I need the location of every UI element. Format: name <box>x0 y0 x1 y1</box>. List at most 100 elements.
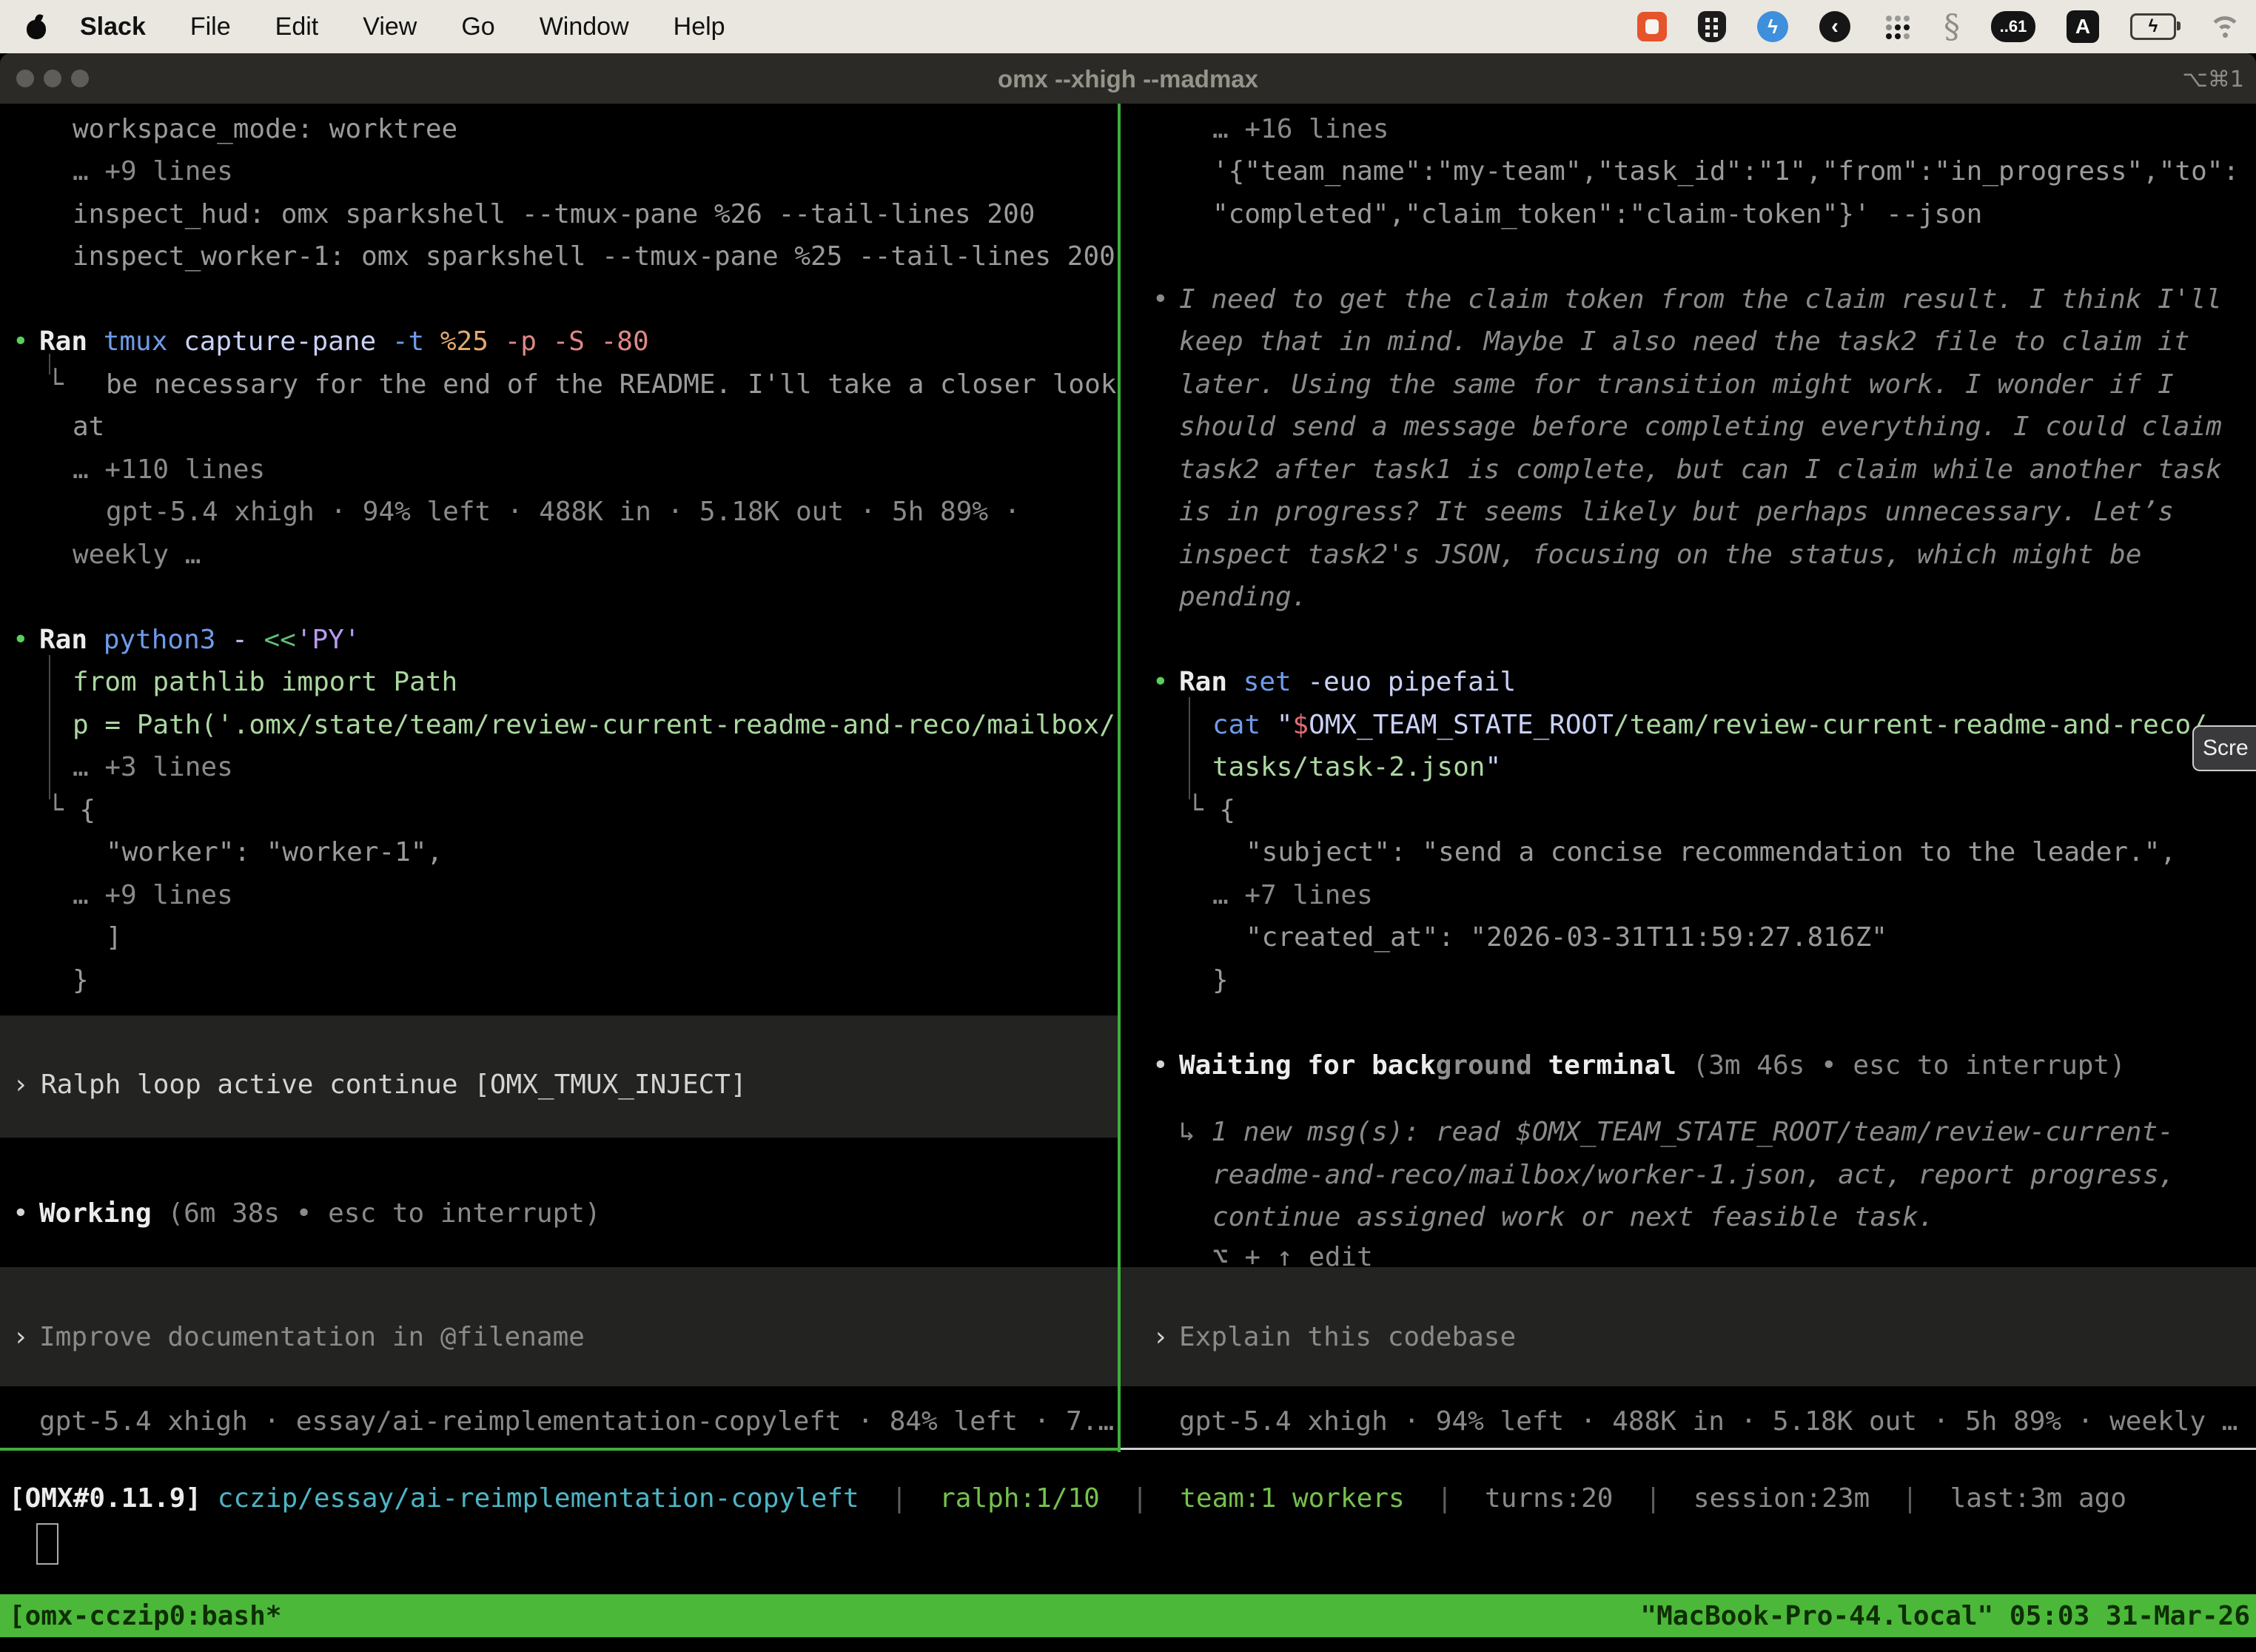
terminal-text: • <box>13 326 29 357</box>
terminal-line: inspect_worker-1: omx sparkshell --tmux-… <box>73 240 1115 273</box>
terminal-text: ] <box>106 922 122 953</box>
menu-item-go[interactable]: Go <box>439 13 517 41</box>
terminal-line: } <box>73 964 89 997</box>
terminal-text: be necessary for the end of the README. … <box>106 369 1116 400</box>
terminal-line: … +16 lines <box>1212 113 1389 146</box>
terminal-text: turns:20 <box>1485 1483 1613 1514</box>
apple-menu-icon[interactable] <box>25 14 47 39</box>
battery-icon[interactable]: ϟ <box>2130 13 2176 40</box>
prompt-chevron: › <box>1152 1320 1169 1354</box>
terminal-text: capture-pane <box>167 326 376 357</box>
menu-item-window[interactable]: Window <box>517 13 651 41</box>
terminal-text: | <box>859 1483 939 1514</box>
pane-divider[interactable] <box>1118 104 1121 1452</box>
terminal-text: (3m 46s • esc to interrupt) <box>1676 1050 2126 1081</box>
privacy-shield-icon[interactable] <box>1698 11 1726 42</box>
wifi-icon[interactable] <box>2207 13 2243 40</box>
terminal-text: • <box>1152 1050 1169 1081</box>
terminal-text: | <box>1613 1483 1693 1514</box>
terminal-text: tmux <box>104 326 168 357</box>
terminal-line: ] <box>106 921 122 954</box>
usage-badge-icon[interactable]: ..61 <box>1991 11 2035 42</box>
terminal-text: workspace_mode: worktree <box>73 114 457 144</box>
terminal-line: workspace_mode: worktree <box>73 113 457 146</box>
terminal-text: ground <box>1436 1050 1532 1081</box>
mailbox-message: continue assigned work or next feasible … <box>1212 1201 1934 1234</box>
terminal-text: "created_at": "2026-03-31T11:59:27.816Z" <box>1246 922 1887 953</box>
waiting-status: Waiting for background terminal (3m 46s … <box>1179 1049 2126 1082</box>
stats-badge-icon[interactable]: ϟ <box>1757 11 1788 42</box>
window-title-bar: omx --xhigh --madmax ⌥⌘1 <box>0 53 2256 104</box>
terminal-line: … +9 lines <box>73 155 233 188</box>
terminal-text: is in progress? It seems likely but perh… <box>1179 497 2174 527</box>
ran-command-tmux: Ran tmux capture-pane -t %25 -p -S -80 <box>39 325 649 358</box>
terminal-text: Working <box>39 1198 152 1229</box>
terminal-text: cat <box>1212 710 1260 740</box>
squiggle-icon[interactable]: § <box>1944 8 1960 46</box>
mailbox-message: ↳ 1 new msg(s): read $OMX_TEAM_STATE_ROO… <box>1179 1115 2174 1149</box>
terminal-text: << <box>263 625 295 655</box>
tmux-host-clock: "MacBook-Pro-44.local" 05:03 31-Mar-26 <box>1640 1601 2250 1631</box>
terminal-text: %25 <box>424 326 489 357</box>
connector-line <box>1189 697 1190 799</box>
terminal-line: } <box>1212 964 1229 997</box>
terminal-line: "created_at": "2026-03-31T11:59:27.816Z" <box>1246 921 1887 954</box>
terminal-text: • <box>1152 284 1169 315</box>
terminal-text: › <box>13 1322 29 1352</box>
terminal-text: task2 after task1 is complete, but can I… <box>1179 454 2222 485</box>
elbow: └ { <box>47 793 95 827</box>
terminal-line: "completed","claim_token":"claim-token"}… <box>1212 198 1982 231</box>
terminal-text: p = Path('.omx/state/team/review-current… <box>73 710 1115 740</box>
bullet: • <box>1152 1049 1169 1082</box>
terminal-text: I need to get the claim token from the c… <box>1179 284 2222 315</box>
menu-items-container: FileEditViewGoWindowHelp <box>168 13 748 41</box>
terminal-line: "subject": "send a concise recommendatio… <box>1246 836 2176 869</box>
menu-app-name[interactable]: Slack <box>58 13 168 41</box>
terminal-line: '{"team_name":"my-team","task_id":"1","f… <box>1212 155 2239 188</box>
terminal-text: inspect task2's JSON, focusing on the st… <box>1179 540 2141 570</box>
menu-item-help[interactable]: Help <box>651 13 748 41</box>
thinking-text: later. Using the same for transition mig… <box>1179 368 2174 401</box>
bullet: • <box>1152 283 1169 316</box>
terminal-text: Waiting for back <box>1179 1050 1436 1081</box>
status-icons-container: ϟ ‹ § ..61 Aϟ <box>1637 0 2249 53</box>
slack-notification-icon[interactable] <box>1637 12 1667 41</box>
terminal-line: tasks/task-2.json" <box>1212 751 1501 784</box>
browser-icon[interactable]: ‹ <box>1819 11 1850 42</box>
terminal-line: gpt-5.4 xhigh · 94% left · 488K in · 5.1… <box>106 495 1020 528</box>
terminal-text: (6m 38s • esc to interrupt) <box>152 1198 601 1229</box>
terminal-text: later. Using the same for transition mig… <box>1179 369 2174 400</box>
terminal-text: › <box>1152 1322 1169 1352</box>
a-app-icon[interactable]: A <box>2067 10 2099 43</box>
terminal-content: workspace_mode: worktree … +9 lines inspec… <box>0 104 2256 1652</box>
elbow: └ { <box>1187 793 1235 827</box>
terminal-text: pending. <box>1179 582 1307 612</box>
terminal-text: … +16 lines <box>1212 114 1389 144</box>
terminal-text: from pathlib import Path <box>73 667 457 697</box>
ralph-status-line: Ralph loop active continue [OMX_TMUX_INJ… <box>41 1068 747 1101</box>
menu-bar: Slack FileEditViewGoWindowHelp ϟ ‹ § ..61 Aϟ <box>0 0 2256 53</box>
terminal-text: " <box>1485 752 1501 782</box>
app-grid-icon[interactable] <box>1881 11 1913 42</box>
terminal-text: set <box>1243 667 1292 697</box>
terminal-text: keep that in mind. Maybe I also need the… <box>1179 326 2189 357</box>
terminal-line: … +3 lines <box>73 751 233 784</box>
terminal-text: | <box>1405 1483 1485 1514</box>
bullet: • <box>13 325 29 358</box>
terminal-text: last:3m ago <box>1950 1483 2126 1514</box>
terminal-text: | <box>1870 1483 1950 1514</box>
terminal-line: at <box>73 410 104 443</box>
wifi-dot <box>2223 33 2228 38</box>
terminal-text: Ran <box>1179 667 1243 697</box>
screenshot-tooltip: Scre <box>2192 725 2256 771</box>
ran-command-python: Ran python3 - <<'PY' <box>39 623 360 657</box>
terminal-line: "worker": "worker-1", <box>106 836 443 869</box>
menu-item-file[interactable]: File <box>168 13 253 41</box>
menu-item-view[interactable]: View <box>340 13 439 41</box>
terminal-line: be necessary for the end of the README. … <box>106 368 1116 401</box>
terminal-text: … +9 lines <box>73 880 233 910</box>
menu-item-edit[interactable]: Edit <box>253 13 341 41</box>
terminal-text: … +7 lines <box>1212 880 1373 910</box>
terminal-text: "subject": "send a concise recommendatio… <box>1246 837 2176 867</box>
terminal-text: { <box>1219 795 1235 825</box>
